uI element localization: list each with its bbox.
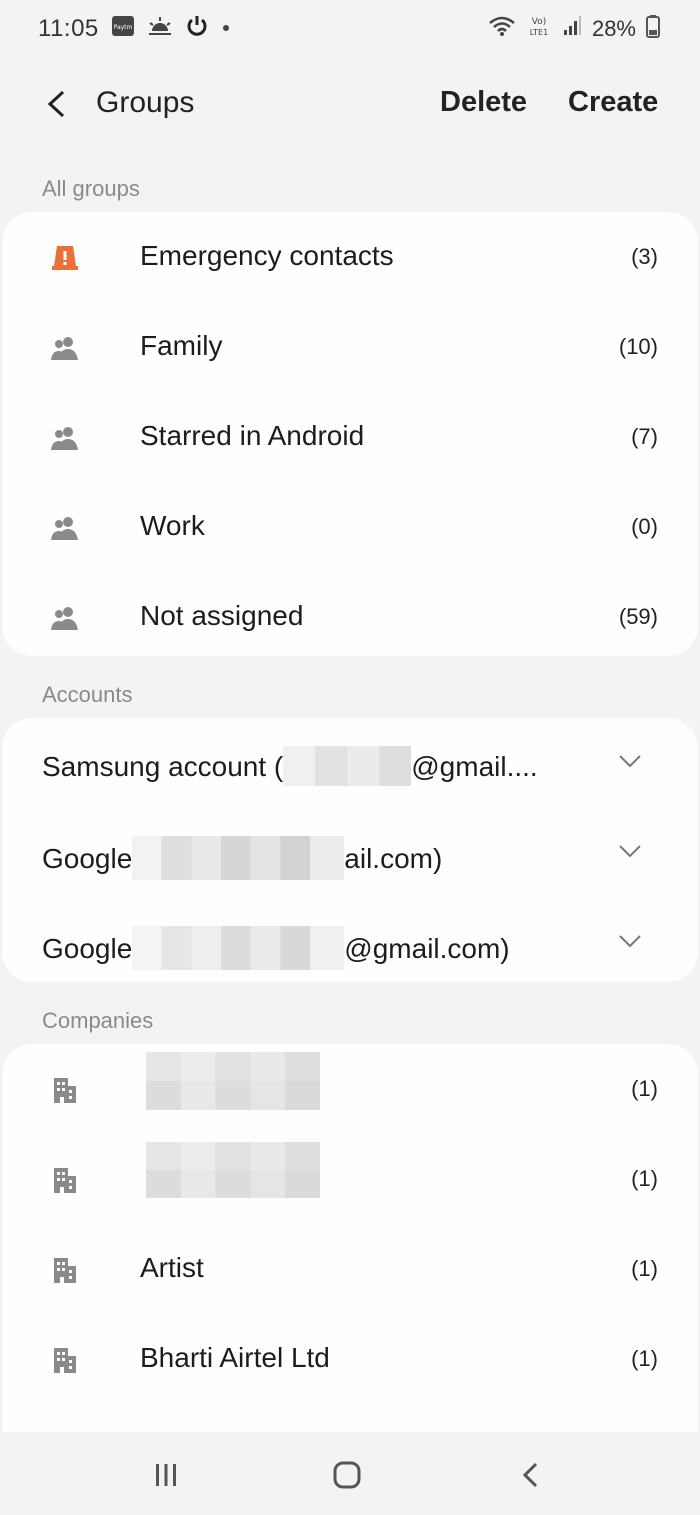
company-artist[interactable]: Artist (1) bbox=[2, 1224, 698, 1314]
company-label: Artist bbox=[140, 1252, 204, 1283]
home-button[interactable] bbox=[327, 1458, 367, 1492]
group-count: (0) bbox=[631, 514, 658, 539]
company-bharti-airtel[interactable]: Bharti Airtel Ltd (1) bbox=[2, 1314, 698, 1404]
redacted-email bbox=[283, 746, 412, 786]
chevron-down-icon[interactable] bbox=[618, 842, 642, 860]
group-label: Not assigned bbox=[140, 600, 304, 631]
group-work[interactable]: Work (0) bbox=[2, 482, 698, 572]
back-button[interactable] bbox=[36, 84, 76, 124]
group-count: (7) bbox=[631, 424, 658, 449]
sunrise-icon bbox=[147, 15, 173, 42]
company-count: (1) bbox=[631, 1166, 658, 1191]
group-count: (59) bbox=[618, 604, 658, 629]
svg-text:Paytm: Paytm bbox=[113, 24, 132, 31]
accounts-card: Samsung account ( @gmail.... Google ail.co… bbox=[2, 718, 698, 982]
group-icon bbox=[50, 513, 80, 543]
account-label: Samsung account ( @gmail.... bbox=[42, 746, 538, 786]
delete-button[interactable]: Delete bbox=[440, 86, 527, 119]
company-count: (1) bbox=[631, 1346, 658, 1371]
redacted-company-name bbox=[146, 1142, 320, 1198]
recents-icon bbox=[156, 1464, 176, 1486]
accounts-header: Accounts bbox=[42, 682, 133, 707]
group-count: (10) bbox=[618, 334, 658, 359]
redacted-company-name bbox=[146, 1052, 320, 1110]
company-label: Bharti Airtel Ltd bbox=[140, 1342, 330, 1373]
account-label: Google ail.com) bbox=[42, 836, 442, 880]
recent-apps-button[interactable] bbox=[146, 1458, 186, 1492]
group-family[interactable]: Family (10) bbox=[2, 302, 698, 392]
group-label: Starred in Android bbox=[140, 420, 365, 451]
group-label: Family bbox=[140, 330, 223, 361]
power-icon bbox=[185, 14, 209, 43]
group-count: (3) bbox=[631, 244, 658, 269]
group-label: Emergency contacts bbox=[140, 240, 394, 271]
all-groups-card: Emergency contacts (3) Family (10) Starr… bbox=[2, 212, 698, 656]
company-row[interactable]: (1) bbox=[2, 1134, 698, 1224]
group-icon bbox=[50, 333, 80, 363]
paytm-icon: Paytm bbox=[111, 15, 135, 42]
svg-text:Vo): Vo) bbox=[532, 17, 546, 27]
company-count: (1) bbox=[631, 1076, 658, 1101]
account-label-suffix: @gmail.... bbox=[411, 751, 538, 782]
battery-percent: 28% bbox=[591, 15, 636, 41]
companies-card: (1) (1) Artist (1) Bharti Airtel Ltd (1) bbox=[2, 1044, 698, 1464]
company-count: (1) bbox=[631, 1256, 658, 1281]
group-icon bbox=[50, 423, 80, 453]
building-icon bbox=[50, 1165, 80, 1195]
account-samsung[interactable]: Samsung account ( @gmail.... bbox=[2, 718, 698, 808]
account-label-prefix: Google bbox=[42, 933, 133, 964]
status-bar: 11:05 Paytm Vo) LTE1 28% bbox=[0, 0, 700, 60]
wifi-icon bbox=[488, 15, 516, 42]
dot-icon bbox=[221, 20, 231, 38]
companies-header: Companies bbox=[42, 1008, 154, 1033]
building-icon bbox=[50, 1255, 80, 1285]
svg-text:LTE1: LTE1 bbox=[530, 28, 548, 37]
account-google-2[interactable]: Google @gmail.com) bbox=[2, 898, 698, 988]
building-icon bbox=[50, 1075, 80, 1105]
all-groups-header: All groups bbox=[42, 176, 140, 201]
account-label-suffix: @gmail.com) bbox=[344, 933, 510, 964]
company-row[interactable]: (1) bbox=[2, 1044, 698, 1134]
create-button[interactable]: Create bbox=[568, 86, 658, 119]
account-label-prefix: Google bbox=[42, 843, 133, 874]
account-google-1[interactable]: Google ail.com) bbox=[2, 808, 698, 898]
page-title: Groups bbox=[96, 86, 195, 119]
back-icon bbox=[522, 1462, 538, 1488]
account-label-suffix: ail.com) bbox=[344, 843, 443, 874]
redacted-email bbox=[132, 926, 345, 970]
account-label-prefix: Samsung account ( bbox=[42, 751, 284, 782]
group-not-assigned[interactable]: Not assigned (59) bbox=[2, 572, 698, 662]
chevron-down-icon[interactable] bbox=[618, 752, 642, 770]
app-bar: Groups Delete Create bbox=[0, 70, 700, 140]
volte-icon: Vo) LTE1 bbox=[526, 14, 552, 43]
group-icon bbox=[50, 603, 80, 633]
back-nav-button[interactable] bbox=[510, 1458, 550, 1492]
redacted-email bbox=[132, 836, 345, 880]
group-label: Work bbox=[140, 510, 205, 541]
home-icon bbox=[333, 1461, 361, 1489]
building-icon bbox=[50, 1345, 80, 1375]
emergency-icon bbox=[50, 243, 80, 273]
status-time: 11:05 bbox=[38, 14, 99, 42]
battery-icon bbox=[646, 14, 660, 43]
chevron-left-icon bbox=[47, 90, 65, 118]
group-starred-in-android[interactable]: Starred in Android (7) bbox=[2, 392, 698, 482]
account-label: Google @gmail.com) bbox=[42, 926, 510, 970]
navigation-bar bbox=[0, 1432, 700, 1515]
signal-icon bbox=[562, 15, 582, 42]
group-emergency-contacts[interactable]: Emergency contacts (3) bbox=[2, 212, 698, 302]
chevron-down-icon[interactable] bbox=[618, 932, 642, 950]
